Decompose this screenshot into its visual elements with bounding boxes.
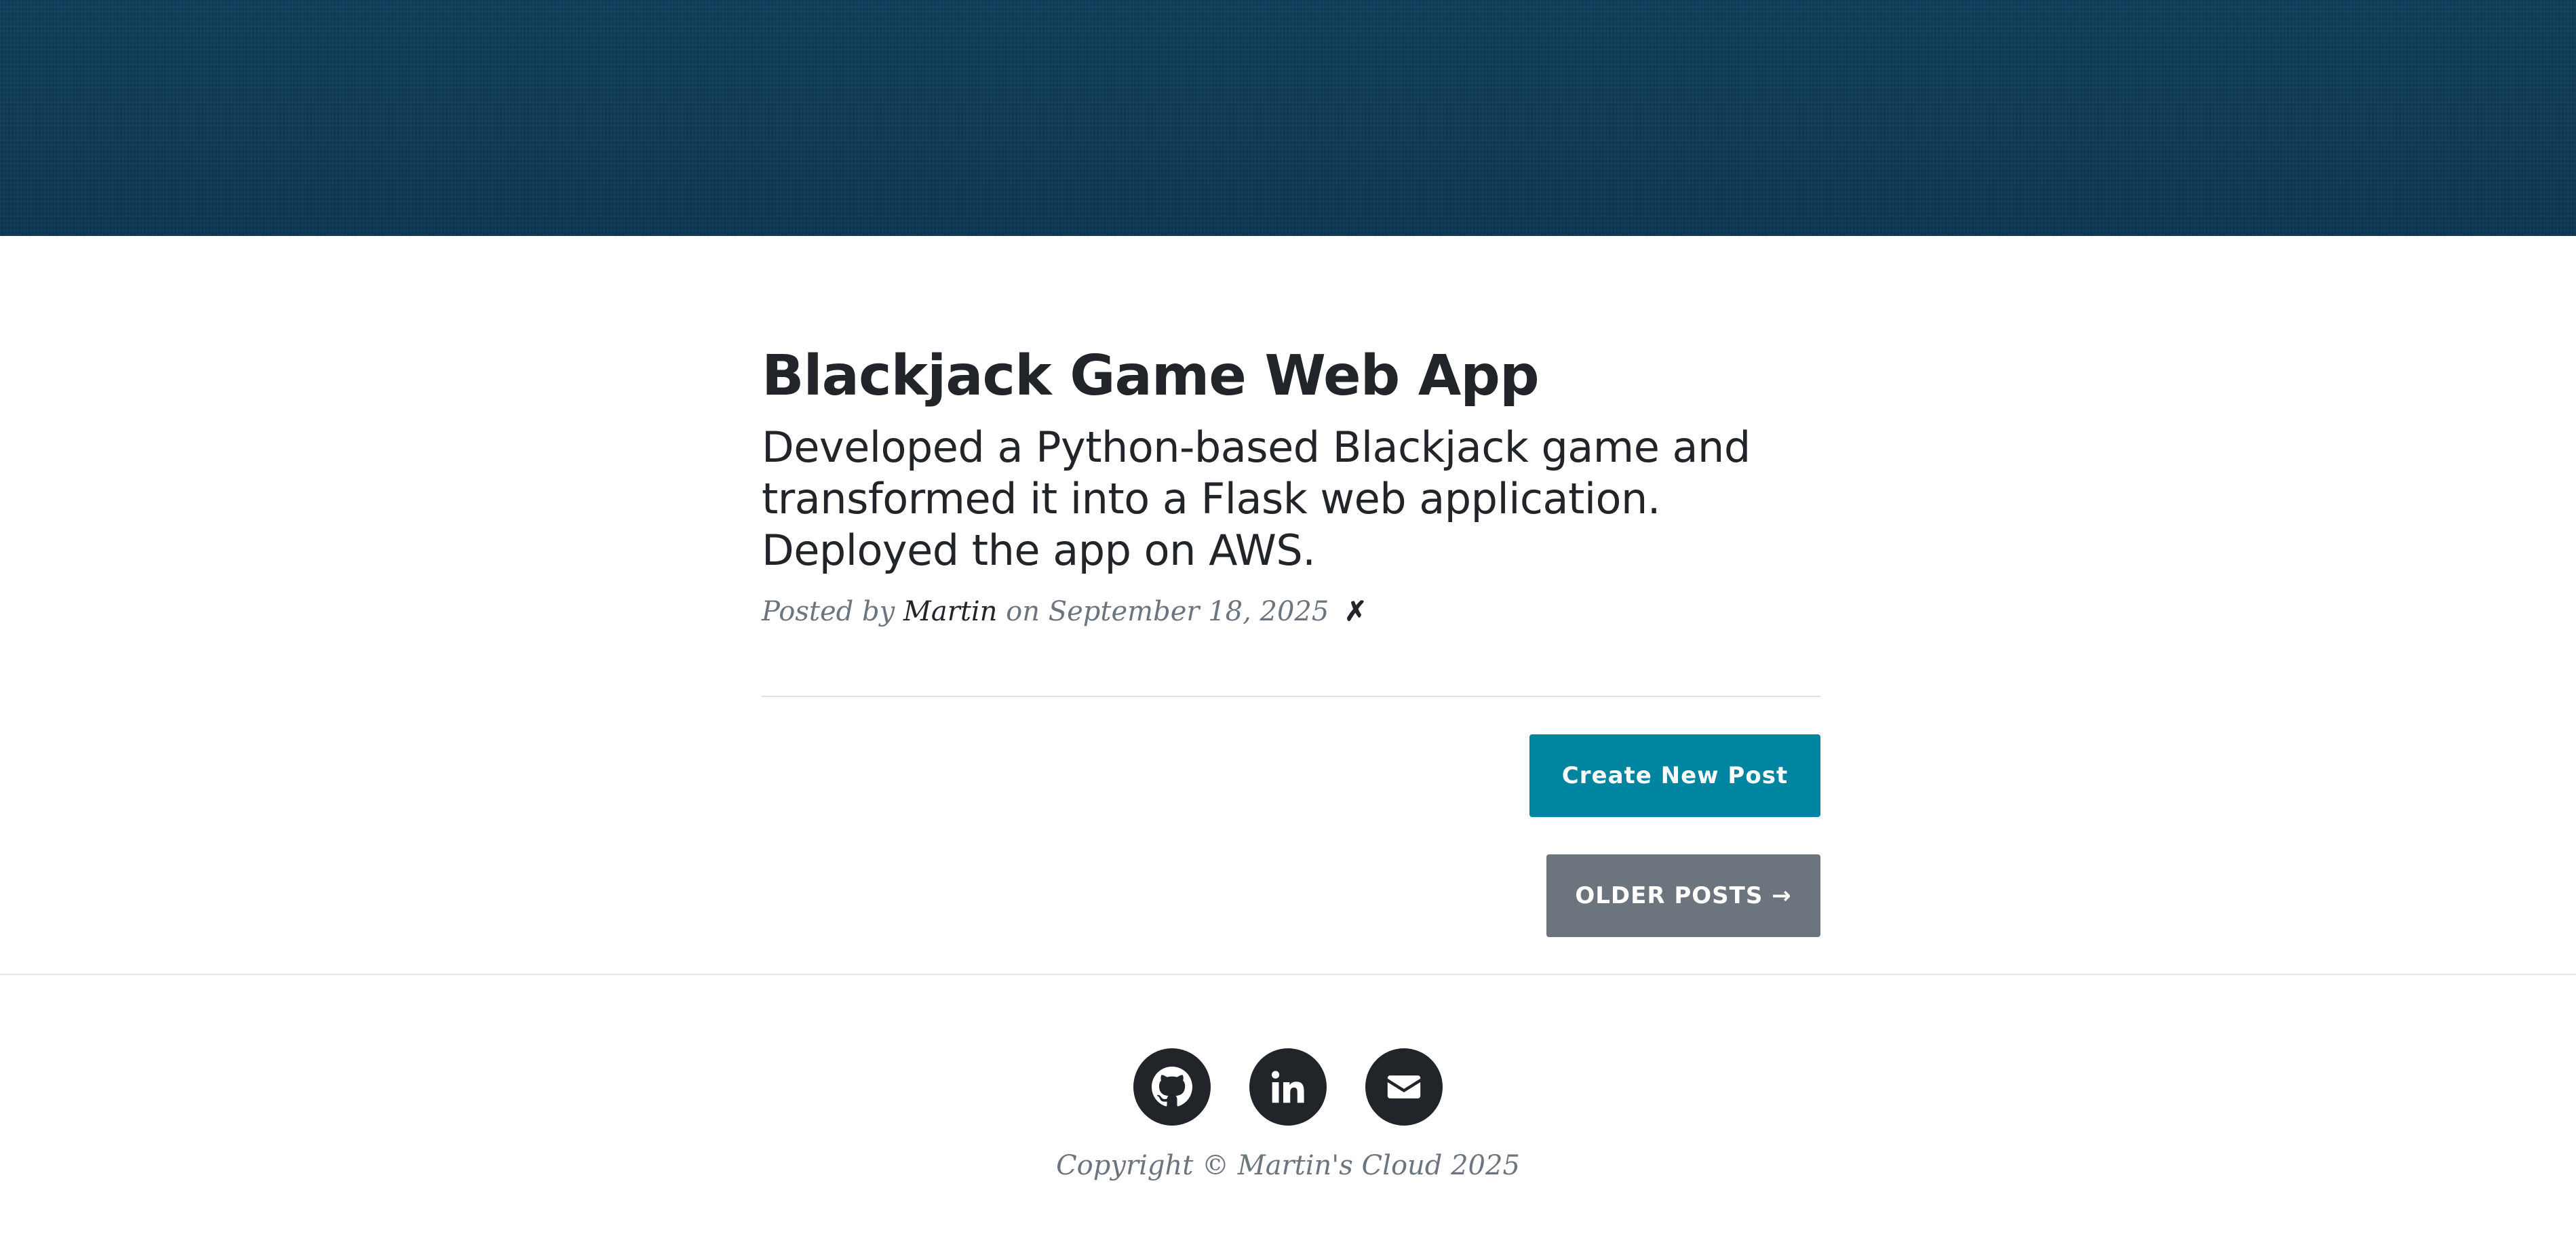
older-posts-button[interactable]: OLDER POSTS → (1546, 854, 1820, 937)
delete-post-icon[interactable]: ✗ (1344, 595, 1367, 627)
copyright-text: Copyright © Martin's Cloud 2025 (1056, 1150, 1520, 1181)
social-links (0, 1048, 2576, 1126)
post-author-link[interactable]: Martin (903, 596, 998, 627)
post-divider (762, 696, 1820, 697)
linkedin-link[interactable] (1249, 1048, 1327, 1126)
post-subtitle[interactable]: Developed a Python-based Blackjack game … (762, 422, 1820, 576)
page-header-banner (0, 0, 2576, 236)
footer-divider (0, 974, 2576, 975)
post-preview: Blackjack Game Web App Developed a Pytho… (762, 345, 1820, 627)
post-meta-on: on (1006, 596, 1040, 628)
post-meta: Posted by Martin on September 18, 2025 ✗ (762, 595, 1820, 627)
email-link[interactable] (1365, 1048, 1443, 1126)
post-title[interactable]: Blackjack Game Web App (762, 345, 1820, 407)
post-date: September 18, 2025 (1048, 596, 1329, 628)
linkedin-icon (1271, 1071, 1304, 1103)
github-icon (1152, 1067, 1192, 1107)
envelope-icon (1387, 1075, 1421, 1098)
create-new-post-button[interactable]: Create New Post (1529, 734, 1820, 817)
github-link[interactable] (1133, 1048, 1211, 1126)
post-meta-prefix: Posted by (762, 596, 895, 628)
